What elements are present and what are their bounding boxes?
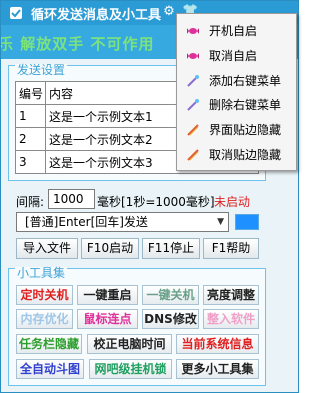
- shutdown-button[interactable]: 一键关机: [142, 285, 199, 305]
- screen-lock-button[interactable]: 网吧级挂机锁: [89, 359, 172, 379]
- menu-item-label: 界面贴边隐藏: [209, 123, 282, 137]
- more-tools-button[interactable]: 更多小工具集: [176, 359, 259, 379]
- hide-taskbar-button[interactable]: 任务栏隐藏: [16, 334, 82, 354]
- status-indicator: 未启动: [214, 195, 251, 209]
- menu-item-label: 开机自启: [209, 24, 258, 38]
- brush-icon: [187, 124, 199, 136]
- auto-meme-button[interactable]: 全自动斗图: [16, 359, 84, 379]
- interval-label: 间隔:: [16, 195, 45, 209]
- interval-unit-label: 毫秒[1秒=1000毫秒]: [97, 195, 215, 209]
- menu-item-add-context-menu[interactable]: 添加右键菜单: [179, 69, 295, 93]
- app-logo-icon: [10, 7, 22, 19]
- menu-item-cancel-autostart[interactable]: 取消自启: [179, 44, 295, 68]
- banner-text: 乐 解放双手 不可作用: [1, 35, 155, 53]
- row-number: 2: [15, 127, 46, 151]
- menu-item-label: 添加右键菜单: [209, 74, 282, 88]
- menu-item-label: 取消自启: [209, 49, 258, 63]
- stop-button[interactable]: F11停止: [142, 238, 200, 259]
- restart-button[interactable]: 一键重启: [77, 285, 138, 305]
- menu-item-edge-hide[interactable]: 界面贴边隐藏: [179, 118, 295, 142]
- import-file-button[interactable]: 导入文件: [16, 238, 78, 259]
- brush-icon: [187, 149, 199, 161]
- system-info-button[interactable]: 当前系统信息: [176, 334, 259, 354]
- menu-item-remove-context-menu[interactable]: 删除右键菜单: [179, 93, 295, 117]
- candy-icon: [187, 28, 199, 34]
- memory-optimize-button[interactable]: 内存优化: [16, 309, 73, 329]
- candy-icon: [187, 53, 199, 59]
- row-number: 3: [15, 150, 46, 174]
- start-button[interactable]: F10启动: [81, 238, 139, 259]
- chevron-down-icon[interactable]: ▼: [217, 213, 224, 231]
- wand-icon: [187, 99, 199, 111]
- scheduled-shutdown-button[interactable]: 定时关机: [16, 285, 73, 305]
- dns-modify-button[interactable]: DNS修改: [142, 309, 199, 329]
- row-number: 1: [15, 104, 46, 128]
- menu-item-label: 删除右键菜单: [209, 98, 282, 112]
- menu-item-label: 取消贴边隐藏: [209, 148, 282, 162]
- settings-gear-icon[interactable]: ⚙: [161, 4, 177, 20]
- auto-clicker-button[interactable]: 鼠标连点: [77, 309, 138, 329]
- brightness-button[interactable]: 亮度调整: [203, 285, 259, 305]
- settings-context-menu: 开机自启 取消自启 添加右键菜单 删除右键菜单 界面贴边隐藏 取消贴边隐藏: [176, 13, 297, 171]
- wand-icon: [187, 75, 199, 87]
- install-software-button[interactable]: 整入软件: [203, 309, 259, 329]
- color-picker-swatch[interactable]: [235, 214, 259, 230]
- help-button[interactable]: F1帮助: [203, 238, 259, 259]
- sync-time-button[interactable]: 校正电脑时间: [87, 334, 172, 354]
- send-mode-value: [普通]Enter[回车]发送: [25, 215, 148, 229]
- menu-item-cancel-edge-hide[interactable]: 取消贴边隐藏: [179, 143, 295, 167]
- send-mode-select[interactable]: [普通]Enter[回车]发送 ▼: [16, 212, 229, 232]
- send-settings-title: 发送设置: [15, 63, 68, 77]
- menu-item-autostart[interactable]: 开机自启: [179, 19, 295, 43]
- tools-group-title: 小工具集: [15, 266, 68, 280]
- app-window: 循环发送消息及小工具 ⚙ 👕 乐 解放双手 不可作用 发送设置 编号 内容 1 …: [0, 0, 299, 393]
- column-header-no[interactable]: 编号: [15, 81, 46, 105]
- window-title: 循环发送消息及小工具: [31, 8, 162, 23]
- interval-input[interactable]: 1000: [48, 189, 95, 209]
